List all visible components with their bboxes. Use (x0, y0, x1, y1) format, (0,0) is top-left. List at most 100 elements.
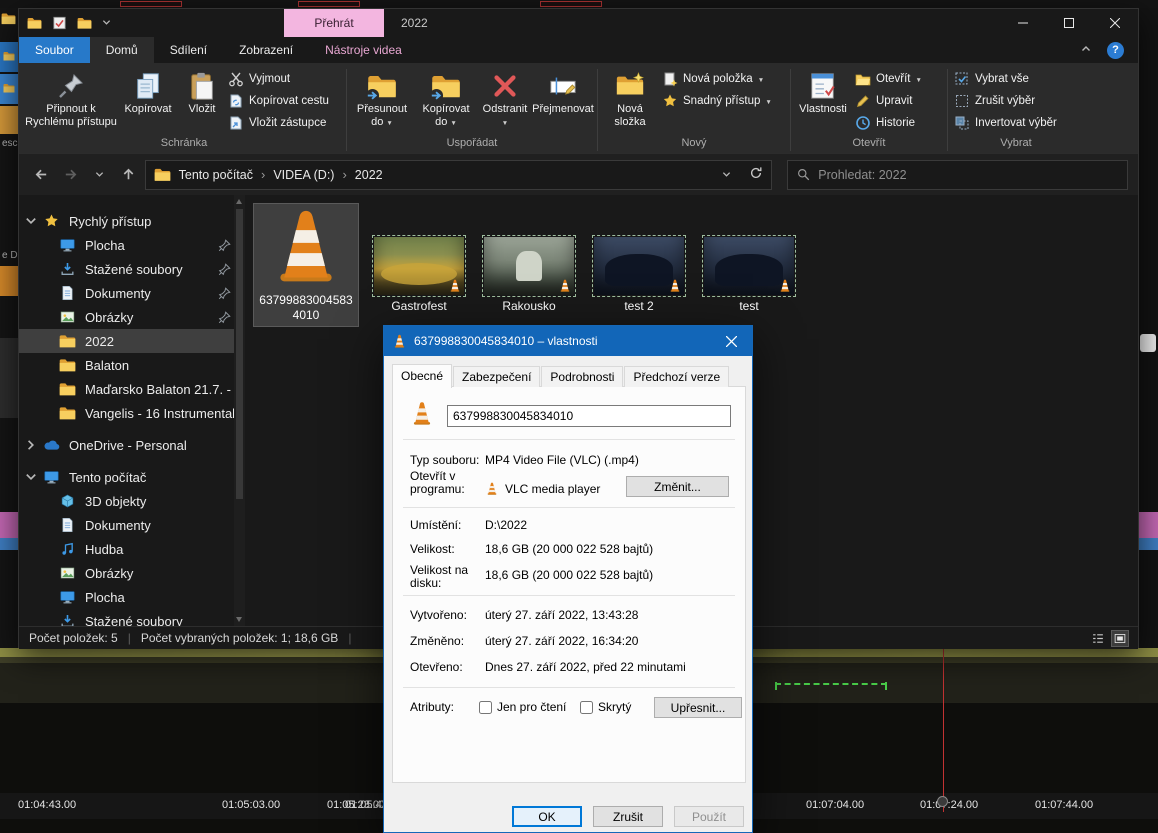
paste-shortcut-button[interactable]: Vložit zástupce (225, 112, 332, 134)
new-item-button[interactable]: Nová položka (659, 68, 775, 90)
pin-to-quick-access-button[interactable]: Připnout k Rychlému přístupu (25, 66, 117, 134)
filename-input[interactable] (447, 405, 731, 427)
forward-button[interactable] (58, 162, 84, 188)
tab-zabezpeceni[interactable]: Zabezpečení (453, 366, 540, 387)
dialog-titlebar[interactable]: 637998830045834010 – vlastnosti (384, 326, 752, 356)
tab-podrobnosti[interactable]: Podrobnosti (541, 366, 623, 387)
sidebar-item-pc-plocha[interactable]: Plocha (19, 585, 245, 609)
qat-new-folder-icon[interactable] (77, 16, 92, 30)
address-bar[interactable]: Tento počítač VIDEA (D:) 2022 (145, 160, 773, 190)
sidebar-item-madarsko-balaton[interactable]: Maďarsko Balaton 21.7. - 24. (19, 377, 245, 401)
video-tools-play-tab[interactable]: Přehrát (284, 9, 384, 37)
sidebar-item-hudba[interactable]: Hudba (19, 537, 245, 561)
select-none-button[interactable]: Zrušit výběr (951, 90, 1060, 112)
properties-button[interactable]: Vlastnosti (794, 66, 852, 134)
timeline-playhead[interactable] (943, 648, 944, 812)
tab-zobrazeni[interactable]: Zobrazení (223, 37, 309, 63)
paste-button[interactable]: Vložit (179, 66, 225, 134)
sidebar-item-pc-obrazky[interactable]: Obrázky (19, 561, 245, 585)
sidebar-item-obrazky[interactable]: Obrázky (19, 305, 245, 329)
recent-locations-icon[interactable] (87, 162, 113, 188)
sidebar-item-plocha[interactable]: Plocha (19, 233, 245, 257)
scrollbar-thumb[interactable] (236, 209, 243, 499)
back-button[interactable] (29, 162, 55, 188)
cancel-button[interactable]: Zrušit (593, 806, 663, 827)
ok-button[interactable]: OK (512, 806, 582, 827)
sidebar-item-dokumenty[interactable]: Dokumenty (19, 281, 245, 305)
easy-access-button[interactable]: Snadný přístup (659, 90, 775, 112)
chevron-right-icon[interactable] (25, 439, 37, 451)
sidebar-this-pc[interactable]: Tento počítač (19, 465, 245, 489)
select-all-button[interactable]: Vybrat vše (951, 68, 1060, 90)
tab-soubor[interactable]: Soubor (19, 37, 90, 63)
cut-button[interactable]: Vyjmout (225, 68, 332, 90)
qat-dropdown-icon[interactable] (102, 14, 111, 32)
rename-button[interactable]: Přejmenovat (532, 66, 594, 134)
editor-left-text: e D (2, 250, 18, 261)
sidebar-scrollbar[interactable] (234, 195, 245, 626)
open-button[interactable]: Otevřít (852, 68, 925, 90)
minimize-button[interactable] (1000, 9, 1046, 37)
breadcrumb-chevron[interactable] (342, 167, 346, 182)
readonly-checkbox[interactable] (479, 701, 492, 714)
scroll-down-icon[interactable] (236, 617, 242, 622)
qat-folder-icon[interactable] (27, 16, 42, 30)
sidebar-item-2022[interactable]: 2022 (19, 329, 245, 353)
sidebar-quick-access[interactable]: Rychlý přístup (19, 209, 245, 233)
sidebar-onedrive[interactable]: OneDrive - Personal (19, 433, 245, 457)
file-item-test[interactable]: test (703, 237, 795, 314)
history-button[interactable]: Historie (852, 112, 925, 134)
copy-button[interactable]: Kopírovat (117, 66, 179, 134)
tab-predchozi-verze[interactable]: Předchozí verze (624, 366, 729, 387)
collapse-ribbon-icon[interactable] (1081, 43, 1091, 57)
breadcrumb-tento-pocitac[interactable]: Tento počítač (175, 168, 257, 182)
explorer-titlebar[interactable]: Přehrát 2022 (19, 9, 1138, 37)
change-button[interactable]: Změnit... (626, 476, 729, 497)
sidebar-item-stazene-soubory[interactable]: Stažené soubory (19, 257, 245, 281)
file-name: test 2 (589, 299, 689, 314)
hidden-checkbox[interactable] (580, 701, 593, 714)
up-button[interactable] (116, 162, 142, 188)
new-folder-button[interactable]: Nová složka (601, 66, 659, 134)
maximize-button[interactable] (1046, 9, 1092, 37)
chevron-down-icon[interactable] (25, 215, 37, 227)
dialog-close-button[interactable] (710, 326, 752, 356)
file-item-test-2[interactable]: test 2 (593, 237, 685, 314)
tab-sdileni[interactable]: Sdílení (154, 37, 223, 63)
timeline-playhead-knob[interactable] (937, 796, 948, 807)
file-item-rakousko[interactable]: Rakousko (483, 237, 575, 314)
details-view-icon[interactable] (1090, 631, 1106, 646)
editor-top-strip (0, 0, 1158, 8)
breadcrumb-2022[interactable]: 2022 (351, 168, 387, 182)
sidebar-item-pc-stazene-soubory[interactable]: Stažené soubory (19, 609, 245, 626)
file-item-gastrofest[interactable]: Gastrofest (373, 237, 465, 314)
scroll-up-icon[interactable] (236, 199, 242, 204)
refresh-icon[interactable] (735, 166, 763, 183)
sidebar-item-3d-objekty[interactable]: 3D objekty (19, 489, 245, 513)
apply-button[interactable]: Použít (674, 806, 744, 827)
tab-obecne[interactable]: Obecné (392, 364, 452, 388)
advanced-button[interactable]: Upřesnit... (654, 697, 742, 718)
invert-selection-button[interactable]: Invertovat výběr (951, 112, 1060, 134)
sidebar-item-pc-dokumenty[interactable]: Dokumenty (19, 513, 245, 537)
breadcrumb-videa-d[interactable]: VIDEA (D:) (269, 168, 338, 182)
help-icon[interactable]: ? (1107, 42, 1124, 59)
copy-path-button[interactable]: Kopírovat cestu (225, 90, 332, 112)
sidebar-item-vangelis[interactable]: Vangelis - 16 Instrumental H (19, 401, 245, 425)
tab-nastroje-videa[interactable]: Nástroje videa (309, 37, 418, 63)
sidebar-item-balaton[interactable]: Balaton (19, 353, 245, 377)
move-to-button[interactable]: Přesunout do (350, 66, 414, 134)
tab-domu[interactable]: Domů (90, 37, 154, 63)
edit-button[interactable]: Upravit (852, 90, 925, 112)
search-input[interactable] (818, 168, 1118, 182)
copy-to-button[interactable]: Kopírovat do (414, 66, 478, 134)
delete-button[interactable]: Odstranit (478, 66, 532, 134)
qat-properties-icon[interactable] (52, 16, 67, 30)
large-icons-view-icon[interactable] (1112, 631, 1128, 646)
chevron-down-icon[interactable] (25, 471, 37, 483)
breadcrumb-chevron[interactable] (261, 167, 265, 182)
size-on-disk-value: 18,6 GB (20 000 022 528 bajtů) (485, 569, 653, 582)
address-dropdown-icon[interactable] (722, 168, 731, 182)
close-button[interactable] (1092, 9, 1138, 37)
file-item-637998830045834010[interactable]: 637998830045834010 (253, 203, 359, 327)
